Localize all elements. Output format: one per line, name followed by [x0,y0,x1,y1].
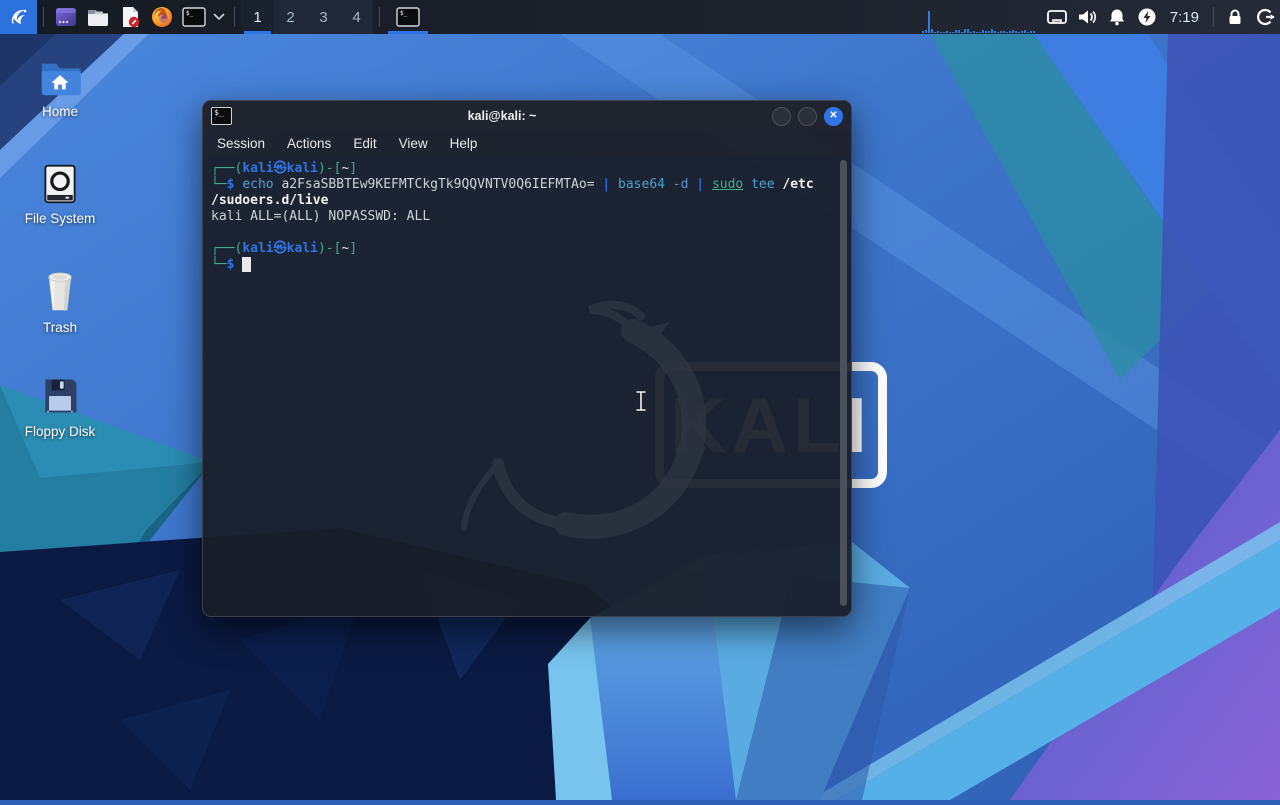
launcher-firefox[interactable] [146,0,178,34]
desktop-icon-trash[interactable]: Trash [16,268,104,335]
terminal-line: └─$ [211,257,843,273]
terminal-line: kali ALL=(ALL) NOPASSWD: ALL [211,209,843,225]
desktop-icon-label: Home [16,104,104,119]
workspace-button-3[interactable]: 3 [307,0,340,34]
terminal-menubar: Session Actions Edit View Help [203,131,851,156]
taskbar-terminal-button[interactable]: $_ [386,0,430,34]
trash-bucket-icon [16,268,104,314]
workspace-button-4[interactable]: 4 [340,0,373,34]
logout-icon[interactable] [1250,0,1280,34]
desktop-icon-file-system[interactable]: File System [16,163,104,226]
text-editor-icon [118,5,142,29]
file-manager-icon [86,5,110,29]
firefox-icon [150,5,174,29]
launcher-terminal[interactable]: $_ [178,0,210,34]
power-manager-icon[interactable] [1132,0,1162,34]
network-icon[interactable] [1042,0,1072,34]
terminal-line: ┌──(kali㉿kali)-[~] [211,161,843,177]
lock-screen-icon[interactable] [1220,0,1250,34]
chevron-down-icon[interactable] [210,0,228,34]
terminal-line [211,225,843,241]
notifications-bell-icon[interactable] [1102,0,1132,34]
desktop-icon-label: Trash [16,320,104,335]
menu-actions[interactable]: Actions [287,136,331,151]
file-system-drive-icon [16,163,104,205]
clock[interactable]: 7:19 [1162,0,1207,34]
terminal-body[interactable]: ┌──(kali㉿kali)-[~]└─$ echo a2FsaSBBTEw9K… [203,156,851,616]
terminal-output: ┌──(kali㉿kali)-[~]└─$ echo a2FsaSBBTEw9K… [211,161,843,273]
menu-edit[interactable]: Edit [353,136,376,151]
terminal-line: /sudoers.d/live [211,193,843,209]
floppy-disk-icon [16,374,104,418]
menu-help[interactable]: Help [450,136,478,151]
terminal-titlebar[interactable]: $_ kali@kali: ~ ✕ [203,101,851,131]
kali-logo-icon [8,6,30,28]
terminal-window: $_ kali@kali: ~ ✕ Session Actions Edit V… [202,100,852,617]
launcher-text-editor[interactable] [114,0,146,34]
desktop-icon-floppy-disk[interactable]: Floppy Disk [16,374,104,439]
terminal-window-icon: $_ [211,107,232,125]
terminal-line: └─$ echo a2FsaSBBTEw9KEFMTCkgTk9QQVNTV0Q… [211,177,843,193]
workspace-button-1[interactable]: 1 [241,0,274,34]
terminal-icon: $_ [181,5,207,29]
volume-icon[interactable] [1072,0,1102,34]
terminal-window-title: kali@kali: ~ [232,109,772,123]
applications-menu-button[interactable] [0,0,37,34]
panel-separator [234,7,235,27]
app-grid-icon [54,5,78,29]
maximize-button[interactable] [798,107,817,126]
svg-text:$_: $_ [400,10,408,17]
system-monitor-graph[interactable] [920,0,1042,34]
panel-separator [43,7,44,27]
close-button[interactable]: ✕ [824,107,843,126]
desktop-icon-label: Floppy Disk [16,424,104,439]
menu-session[interactable]: Session [217,136,265,151]
menu-view[interactable]: View [399,136,428,151]
kali-dragon-watermark [438,296,708,546]
desktop-icon-label: File System [16,211,104,226]
svg-text:$_: $_ [186,10,194,17]
terminal-scrollbar[interactable] [840,160,847,606]
workspace-button-2[interactable]: 2 [274,0,307,34]
panel-separator [1213,7,1214,27]
desktop-icon-home[interactable]: Home [16,56,104,119]
launcher-file-manager[interactable] [82,0,114,34]
terminal-icon: $_ [395,5,421,29]
launcher-app-grid[interactable] [50,0,82,34]
minimize-button[interactable] [772,107,791,126]
home-folder-icon [16,56,104,98]
top-panel: $_ 1 2 3 4 $_ [0,0,1280,34]
panel-separator [379,7,380,27]
terminal-line: ┌──(kali㉿kali)-[~] [211,241,843,257]
